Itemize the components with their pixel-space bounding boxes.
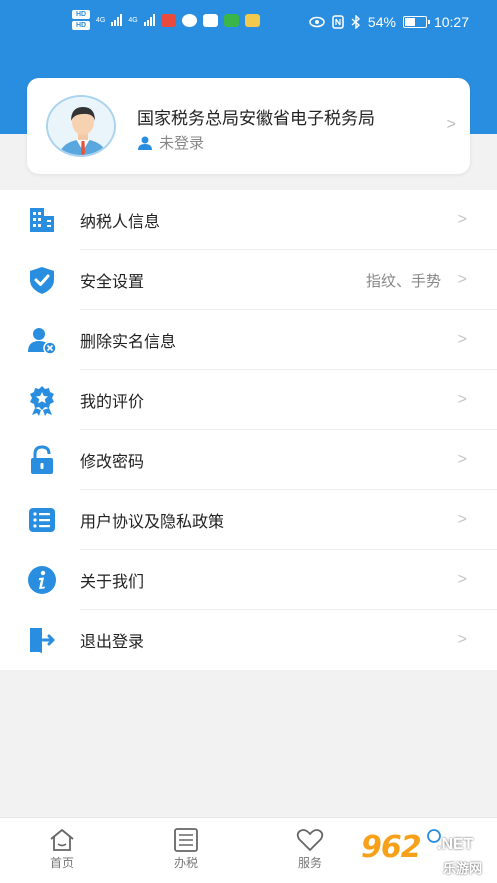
building-icon xyxy=(30,208,54,232)
notification-app-icon-3 xyxy=(223,13,239,27)
menu-item-taxpayer-info[interactable]: 纳税人信息 > xyxy=(0,190,497,250)
watermark-suffix: .NET xyxy=(437,836,474,853)
menu-label: 删除实名信息 xyxy=(80,334,177,351)
list-icon xyxy=(29,508,55,532)
status-bar: HD HD 4G 4G 54% 10:27 xyxy=(0,0,497,46)
tab-label: 首页 xyxy=(49,856,74,870)
menu-label: 用户协议及隐私政策 xyxy=(80,514,225,531)
menu-item-user-agreement[interactable]: 用户协议及隐私政策 > xyxy=(0,490,497,550)
menu-label: 纳税人信息 xyxy=(80,214,161,231)
network-type-1: 4G xyxy=(96,16,106,24)
eye-icon xyxy=(309,16,325,28)
bluetooth-icon xyxy=(351,15,360,29)
menu-item-delete-realname[interactable]: 删除实名信息 > xyxy=(0,310,497,370)
signal-icon xyxy=(111,14,123,26)
notification-app-icon xyxy=(160,13,176,27)
chevron-right-icon: > xyxy=(457,211,467,228)
avatar xyxy=(46,95,116,157)
chevron-right-icon: > xyxy=(446,116,456,133)
chevron-right-icon: > xyxy=(457,331,467,348)
menu-item-logout[interactable]: 退出登录 > xyxy=(0,610,497,670)
profile-card[interactable]: 国家税务总局安徽省电子税务局 未登录 > xyxy=(27,78,470,174)
menu-label: 修改密码 xyxy=(80,454,145,471)
tab-tax[interactable]: 办税 xyxy=(146,828,226,871)
notification-app-icon-4 xyxy=(244,13,260,27)
user-remove-icon xyxy=(28,328,57,355)
battery-icon xyxy=(402,16,430,28)
tab-home[interactable]: 首页 xyxy=(22,828,102,871)
watermark-number: 962 xyxy=(361,830,422,865)
watermark-logo: 962 .NET 乐游网 xyxy=(361,830,491,880)
menu-label: 安全设置 xyxy=(80,274,145,291)
chevron-right-icon: > xyxy=(457,511,467,528)
heart-icon xyxy=(296,829,324,851)
nfc-icon xyxy=(332,15,344,29)
menu-value: 指纹、手势 xyxy=(365,272,441,290)
org-name: 国家税务总局安徽省电子税务局 xyxy=(137,109,375,128)
shield-check-icon xyxy=(30,267,54,294)
notification-app-icon-2 xyxy=(202,13,218,27)
login-status-row[interactable]: 未登录 xyxy=(137,132,204,153)
award-star-icon xyxy=(30,386,54,416)
tab-service[interactable]: 服务 xyxy=(270,828,350,871)
home-icon xyxy=(50,829,74,851)
lock-icon xyxy=(31,445,53,474)
network-type-2: 4G xyxy=(128,16,138,24)
watermark-text: 乐游网 xyxy=(443,861,483,876)
chevron-right-icon: > xyxy=(457,571,467,588)
chevron-right-icon: > xyxy=(457,451,467,468)
logout-icon xyxy=(30,628,55,653)
menu-label: 退出登录 xyxy=(80,634,145,651)
hd-indicator: HD HD xyxy=(72,10,90,30)
tab-label: 办税 xyxy=(173,856,198,870)
menu-label: 我的评价 xyxy=(80,394,145,411)
login-status: 未登录 xyxy=(159,135,205,152)
chevron-right-icon: > xyxy=(457,631,467,648)
menu-item-my-reviews[interactable]: 我的评价 > xyxy=(0,370,497,430)
tax-list-icon xyxy=(174,828,198,852)
signal-icon-2 xyxy=(143,14,155,26)
status-right-icons: 54% 10:27 xyxy=(309,14,469,30)
settings-menu: 纳税人信息 > 安全设置 指纹、手势 > 删除实名信息 > 我的评价 > 修改密… xyxy=(0,190,497,670)
chevron-right-icon: > xyxy=(457,271,467,288)
info-icon xyxy=(28,566,56,594)
menu-item-change-password[interactable]: 修改密码 > xyxy=(0,430,497,490)
tab-label: 服务 xyxy=(297,856,322,870)
user-icon xyxy=(138,136,152,150)
battery-percent: 54% xyxy=(367,14,396,30)
user-avatar-icon xyxy=(48,97,114,155)
status-left-icons: HD HD 4G 4G xyxy=(72,10,260,30)
menu-label: 关于我们 xyxy=(80,574,145,591)
message-icon xyxy=(181,13,197,27)
clock: 10:27 xyxy=(433,14,469,30)
chevron-right-icon: > xyxy=(457,391,467,408)
menu-item-security-settings[interactable]: 安全设置 指纹、手势 > xyxy=(0,250,497,310)
menu-item-about-us[interactable]: 关于我们 > xyxy=(0,550,497,610)
